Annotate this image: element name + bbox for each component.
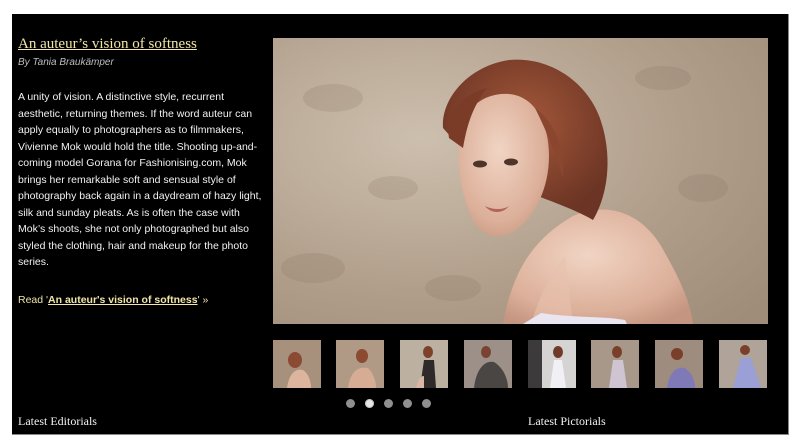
thumbnail-7[interactable] bbox=[655, 340, 703, 388]
carousel-dot-3[interactable] bbox=[384, 399, 393, 408]
thumbnail-8[interactable] bbox=[719, 340, 767, 388]
thumbnail-photo bbox=[655, 340, 703, 388]
read-more: Read 'An auteur's vision of softness' » bbox=[18, 294, 262, 306]
read-more-prefix: Read ' bbox=[18, 293, 49, 306]
thumbnail-4[interactable] bbox=[464, 340, 512, 388]
thumbnail-photo bbox=[273, 340, 321, 388]
thumbnail-strip bbox=[273, 340, 768, 388]
hero-photo bbox=[273, 38, 768, 324]
feature-panel: An auteur’s vision of softness By Tania … bbox=[12, 14, 789, 435]
thumbnail-6[interactable] bbox=[591, 340, 639, 388]
article-byline: By Tania Braukämper bbox=[18, 57, 114, 68]
read-more-link[interactable]: An auteur's vision of softness bbox=[48, 294, 198, 306]
carousel-dot-5[interactable] bbox=[422, 399, 431, 408]
thumbnail-photo bbox=[336, 340, 384, 388]
latest-editorials-heading: Latest Editorials bbox=[18, 414, 97, 428]
thumbnail-photo bbox=[528, 340, 576, 388]
carousel-dot-1[interactable] bbox=[346, 399, 355, 408]
read-more-suffix: ' » bbox=[197, 293, 209, 306]
carousel-dot-2[interactable] bbox=[365, 399, 374, 408]
article-column: An auteur’s vision of softness By Tania … bbox=[18, 36, 262, 306]
thumbnail-1[interactable] bbox=[273, 340, 321, 388]
thumbnail-3[interactable] bbox=[400, 340, 448, 388]
latest-pictorials-heading: Latest Pictorials bbox=[528, 414, 606, 428]
thumbnail-2[interactable] bbox=[336, 340, 384, 388]
thumbnail-photo bbox=[464, 340, 512, 388]
thumbnail-photo bbox=[400, 340, 448, 388]
article-title-link[interactable]: An auteur’s vision of softness bbox=[18, 36, 262, 53]
thumbnail-photo bbox=[591, 340, 639, 388]
hero-image[interactable] bbox=[273, 38, 768, 324]
thumbnail-5[interactable] bbox=[528, 340, 576, 388]
thumbnail-photo bbox=[719, 340, 767, 388]
article-body: A unity of vision. A distinctive style, … bbox=[18, 91, 262, 268]
carousel-dot-4[interactable] bbox=[403, 399, 412, 408]
